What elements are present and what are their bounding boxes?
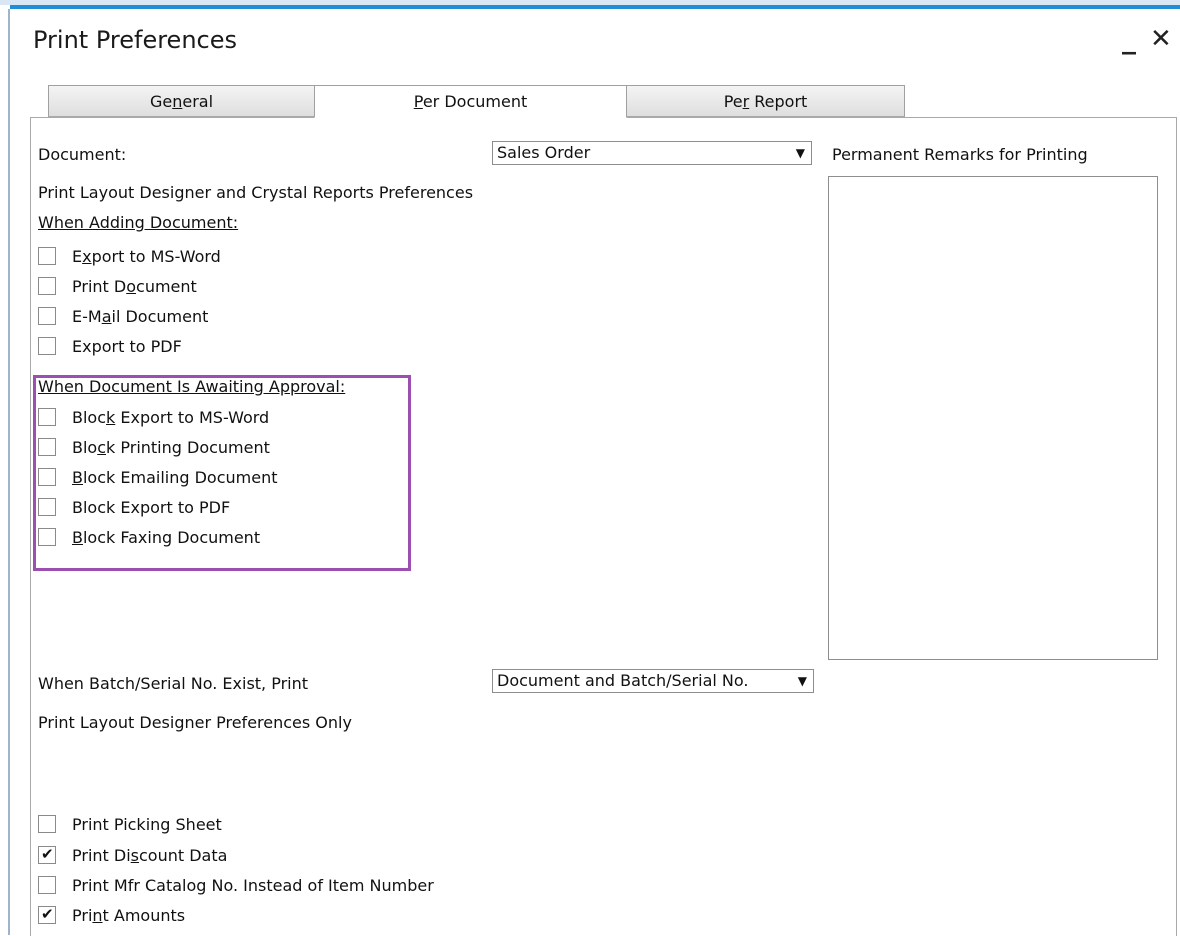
- close-button[interactable]: ✕: [1150, 24, 1172, 54]
- tab-label: er Document: [422, 92, 528, 111]
- checkbox-label: Print Discount Data: [72, 845, 228, 865]
- tab-per-document[interactable]: Per Document: [314, 85, 627, 118]
- chevron-down-icon: ▼: [795, 146, 805, 160]
- tab-label-mnemonic: P: [413, 92, 423, 111]
- checkbox-box[interactable]: [38, 247, 56, 265]
- checkbox-label: Block Export to PDF: [72, 497, 231, 517]
- print-mfr-catalog-checkbox[interactable]: Print Mfr Catalog No. Instead of Item Nu…: [38, 874, 434, 896]
- tab-per-report[interactable]: Per Report: [626, 85, 905, 117]
- batch-serial-select[interactable]: Document and Batch/Serial No. ▼: [492, 669, 814, 693]
- batch-serial-select-value: Document and Batch/Serial No.: [497, 671, 749, 690]
- print-document-checkbox[interactable]: Print Document: [38, 275, 197, 297]
- window-left-edge: [8, 9, 10, 935]
- export-to-ms-word-checkbox[interactable]: Export to MS-Word: [38, 245, 221, 267]
- checkbox-label: Export to MS-Word: [72, 246, 221, 266]
- crystal-prefs-label: Print Layout Designer and Crystal Report…: [38, 183, 474, 202]
- block-emailing-document-checkbox[interactable]: Block Emailing Document: [38, 466, 277, 488]
- tab-label: Ge: [149, 92, 173, 111]
- chevron-down-icon: ▼: [797, 674, 807, 688]
- pld-only-label: Print Layout Designer Preferences Only: [38, 713, 352, 732]
- checkbox-label: Block Printing Document: [72, 437, 270, 457]
- block-export-pdf-checkbox[interactable]: Block Export to PDF: [38, 496, 230, 518]
- export-to-pdf-checkbox[interactable]: Export to PDF: [38, 335, 182, 357]
- checkbox-label: Print Document: [72, 276, 197, 296]
- checkbox-box[interactable]: ✔: [38, 845, 56, 864]
- checkmark-icon: ✔: [41, 905, 54, 923]
- tab-label: eral: [182, 92, 214, 111]
- checkbox-label: E-Mail Document: [72, 306, 209, 326]
- remarks-label: Permanent Remarks for Printing: [832, 145, 1088, 164]
- checkbox-box[interactable]: [38, 528, 56, 546]
- block-faxing-document-checkbox[interactable]: Block Faxing Document: [38, 526, 260, 548]
- window-accent-bar: [10, 5, 1180, 9]
- checkbox-label: Print Amounts: [72, 905, 186, 925]
- document-select-value: Sales Order: [497, 143, 591, 162]
- batch-serial-label: When Batch/Serial No. Exist, Print: [38, 674, 309, 693]
- checkbox-box[interactable]: [38, 876, 56, 894]
- tab-label: Pe: [723, 92, 743, 111]
- tab-general[interactable]: General: [48, 85, 315, 117]
- checkbox-box[interactable]: [38, 277, 56, 295]
- email-document-checkbox[interactable]: E-Mail Document: [38, 305, 208, 327]
- tab-label: Report: [749, 92, 808, 111]
- block-printing-document-checkbox[interactable]: Block Printing Document: [38, 436, 270, 458]
- checkbox-label: Export to PDF: [72, 336, 182, 356]
- checkmark-icon: ✔: [41, 845, 54, 863]
- checkbox-box[interactable]: [38, 468, 56, 486]
- checkbox-box[interactable]: [38, 498, 56, 516]
- print-discount-data-checkbox[interactable]: ✔ Print Discount Data: [38, 844, 227, 866]
- checkbox-box[interactable]: [38, 815, 56, 833]
- document-select[interactable]: Sales Order ▼: [492, 141, 812, 165]
- checkbox-box[interactable]: [38, 337, 56, 355]
- minimize-button[interactable]: _: [1122, 22, 1136, 55]
- checkbox-label: Block Export to MS-Word: [72, 407, 270, 427]
- checkbox-label: Print Mfr Catalog No. Instead of Item Nu…: [72, 875, 434, 895]
- checkbox-label: Block Faxing Document: [72, 527, 261, 547]
- window-title: Print Preferences: [33, 26, 237, 54]
- checkbox-box[interactable]: ✔: [38, 905, 56, 924]
- when-adding-heading: When Adding Document:: [38, 213, 239, 232]
- document-label: Document:: [38, 145, 127, 164]
- awaiting-approval-heading: When Document Is Awaiting Approval:: [38, 377, 346, 396]
- remarks-textarea[interactable]: [828, 176, 1158, 660]
- checkbox-label: Print Picking Sheet: [72, 814, 222, 834]
- checkbox-box[interactable]: [38, 307, 56, 325]
- checkbox-box[interactable]: [38, 408, 56, 426]
- block-export-ms-word-checkbox[interactable]: Block Export to MS-Word: [38, 406, 269, 428]
- checkbox-box[interactable]: [38, 438, 56, 456]
- print-amounts-checkbox[interactable]: ✔ Print Amounts: [38, 904, 185, 926]
- checkbox-label: Block Emailing Document: [72, 467, 278, 487]
- print-picking-sheet-checkbox[interactable]: Print Picking Sheet: [38, 813, 222, 835]
- tab-label-mnemonic: n: [172, 92, 183, 111]
